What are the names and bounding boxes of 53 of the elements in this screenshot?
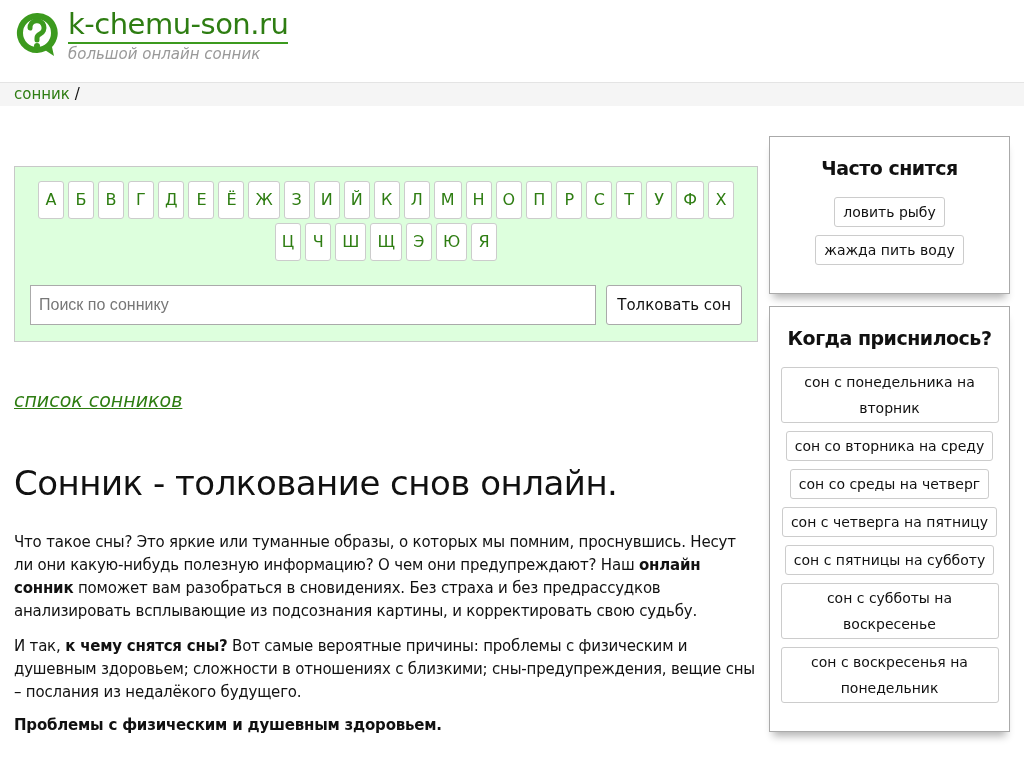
letter-button[interactable]: Т [616, 181, 643, 219]
letter-button[interactable]: Й [343, 181, 370, 219]
letter-button[interactable]: Э [405, 223, 432, 261]
card-title: Когда приснилось? [787, 327, 992, 349]
search-button[interactable]: Толковать сон [606, 285, 742, 325]
paragraph: Что такое сны? Это яркие или туманные образы, о которых мы помним, проснувшись. Несут ли они какую-нибудь полезную информацию? О чем они предупреждают? Наш онлайн сонник поможет вам разобраться в сновидениях. Без страха и без предрассудков анализировать всплывающие из подсознания картины, и корректировать свою судьбу. [14, 532, 737, 622]
letter-button[interactable]: Г [128, 181, 154, 219]
letter-button[interactable]: И [313, 181, 340, 219]
section-heading: Проблемы с физическим и душевным здоровьем. [14, 716, 443, 734]
breadcrumb-separator: / [73, 85, 80, 103]
letter-button[interactable]: Х [708, 181, 734, 219]
sidebar-link[interactable]: сон с пятницы на субботу [784, 545, 995, 575]
letter-button[interactable]: С [586, 181, 613, 219]
breadcrumb-link[interactable]: сонник [14, 85, 70, 103]
dream-books-link[interactable]: список сонников [14, 389, 183, 411]
letter-button[interactable]: Н [465, 181, 492, 219]
letter-button[interactable]: А [38, 181, 64, 219]
sidebar-link[interactable]: жажда пить воду [815, 235, 964, 265]
letter-button[interactable]: Ш [335, 223, 367, 261]
letter-button[interactable]: Р [556, 181, 583, 219]
letter-button[interactable]: У [646, 181, 673, 219]
letter-button[interactable]: П [526, 181, 553, 219]
site-title[interactable]: k-chemu-son.ru [68, 8, 289, 44]
sidebar-link[interactable]: сон с четверга на пятницу [781, 507, 998, 537]
letter-button[interactable]: Ю [435, 223, 468, 261]
letter-button[interactable]: М [433, 181, 462, 219]
sidebar-link[interactable]: сон со среды на четверг [789, 469, 990, 499]
paragraph: И так, к чему снятся сны? Вот самые вероятные причины: проблемы с физическим и душевным здоровьем; сложности в отношениях с близкими; сны-предупреждения, вещие сны – послания из недалёкого будущего. [14, 636, 756, 703]
page-heading: Сонник - толкование снов онлайн. [14, 463, 619, 503]
letter-button[interactable]: Д [158, 181, 185, 219]
logo-icon [14, 10, 60, 58]
letter-button[interactable]: К [373, 181, 400, 219]
letter-button[interactable]: Ц [274, 223, 302, 261]
letter-button[interactable]: Щ [370, 223, 402, 261]
letter-button[interactable]: Е [188, 181, 215, 219]
card-title: Часто снится [821, 157, 958, 179]
letter-button[interactable]: Я [471, 223, 498, 261]
sidebar-link[interactable]: ловить рыбу [834, 197, 945, 227]
letter-button[interactable]: Ф [676, 181, 704, 219]
letter-button[interactable]: В [98, 181, 124, 219]
sidebar-link[interactable]: сон с понедельника на вторник [780, 367, 999, 423]
sidebar-link[interactable]: сон со вторника на среду [785, 431, 994, 461]
letter-button[interactable]: Ё [218, 181, 245, 219]
sidebar-link[interactable]: сон с субботы на воскресенье [780, 583, 999, 639]
tagline: большой онлайн сонник [68, 44, 261, 64]
letter-button[interactable]: О [495, 181, 523, 219]
search-field[interactable]: Поиск по соннику [30, 285, 597, 325]
letter-button[interactable]: Л [403, 181, 430, 219]
letter-button[interactable]: Б [68, 181, 94, 219]
letter-button[interactable]: З [283, 181, 310, 219]
sidebar-link[interactable]: сон с воскресенья на понедельник [780, 647, 999, 703]
letter-button[interactable]: Ж [248, 181, 280, 219]
letter-button[interactable]: Ч [305, 223, 332, 261]
